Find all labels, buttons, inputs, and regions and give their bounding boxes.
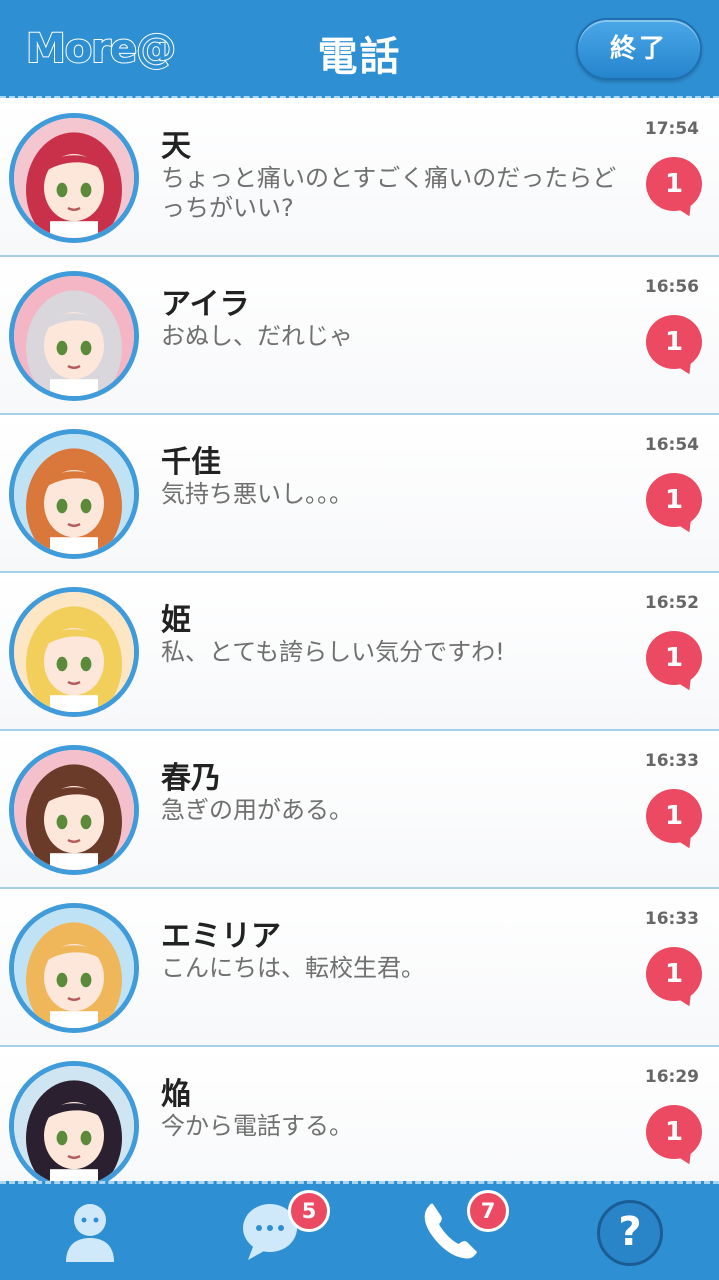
brown-hair-girl-avatar[interactable] [9, 745, 139, 875]
avatar-illustration [14, 434, 134, 554]
phone-unread-badge: 7 [467, 1190, 509, 1232]
call-time: 16:56 [644, 277, 699, 297]
call-list: 天 ちょっと痛いのとすごく痛いのだったらどっちがいい? 17:54 1 アイラ … [0, 99, 719, 1205]
call-row[interactable]: 春乃 急ぎの用がある。 16:33 1 [0, 731, 719, 889]
silver-hair-girl-avatar[interactable] [9, 271, 139, 401]
tab-help[interactable]: ? [540, 1184, 719, 1280]
unread-count: 1 [646, 1105, 702, 1159]
caller-message: 今から電話する。 [161, 1112, 353, 1140]
avatar-illustration [14, 908, 134, 1028]
call-row[interactable]: 姫 私、とても誇らしい気分ですわ! 16:52 1 [0, 573, 719, 731]
avatar-illustration [14, 750, 134, 870]
app-header: More@ 電話 終了 [0, 0, 719, 98]
caller-name: アイラ [161, 287, 250, 322]
caller-name: 焔 [161, 1077, 191, 1112]
unread-badge: 1 [646, 631, 702, 695]
call-row[interactable]: エミリア こんにちは、転校生君。 16:33 1 [0, 889, 719, 1047]
bottom-tab-bar: 5 7 ? [0, 1181, 719, 1280]
blonde-girl-avatar[interactable] [9, 903, 139, 1033]
chat-unread-badge: 5 [288, 1190, 330, 1232]
call-time: 16:52 [644, 593, 699, 613]
red-hair-girl-avatar[interactable] [9, 113, 139, 243]
orange-hair-girl-avatar[interactable] [9, 429, 139, 559]
caller-name: 千佳 [161, 445, 221, 480]
unread-badge: 1 [646, 789, 702, 853]
unread-badge: 1 [646, 315, 702, 379]
hooded-girl-avatar[interactable] [9, 1061, 139, 1191]
blonde-girl-rose-avatar[interactable] [9, 587, 139, 717]
unread-count: 1 [646, 947, 702, 1001]
caller-message: こんにちは、転校生君。 [161, 954, 425, 982]
unread-badge: 1 [646, 1105, 702, 1169]
call-row[interactable]: アイラ おぬし、だれじゃ 16:56 1 [0, 257, 719, 415]
unread-count: 1 [646, 315, 702, 369]
avatar-illustration [14, 276, 134, 396]
help-icon: ? [597, 1200, 663, 1266]
caller-message: 急ぎの用がある。 [161, 796, 353, 824]
unread-badge: 1 [646, 157, 702, 221]
avatar-illustration [14, 1066, 134, 1186]
unread-count: 1 [646, 473, 702, 527]
unread-badge: 1 [646, 473, 702, 537]
call-time: 16:54 [644, 435, 699, 455]
caller-message: 気持ち悪いし。。。 [161, 480, 353, 508]
unread-count: 1 [646, 789, 702, 843]
caller-name: 天 [161, 129, 191, 164]
unread-badge: 1 [646, 947, 702, 1011]
call-time: 16:29 [644, 1067, 699, 1087]
call-row[interactable]: 千佳 気持ち悪いし。。。 16:54 1 [0, 415, 719, 573]
avatar-illustration [14, 592, 134, 712]
call-time: 17:54 [644, 119, 699, 139]
caller-name: エミリア [161, 919, 281, 954]
call-row[interactable]: 天 ちょっと痛いのとすごく痛いのだったらどっちがいい? 17:54 1 [0, 99, 719, 257]
call-time: 16:33 [644, 909, 699, 929]
end-button[interactable]: 終了 [576, 18, 702, 80]
tab-profile[interactable] [0, 1184, 180, 1280]
person-icon [66, 1204, 114, 1262]
tab-chat[interactable]: 5 [180, 1184, 360, 1280]
caller-message: 私、とても誇らしい気分ですわ! [161, 638, 505, 666]
unread-count: 1 [646, 157, 702, 211]
unread-count: 1 [646, 631, 702, 685]
caller-message: ちょっと痛いのとすごく痛いのだったらどっちがいい? [161, 164, 617, 222]
avatar-illustration [14, 118, 134, 238]
caller-name: 春乃 [161, 761, 221, 796]
caller-name: 姫 [161, 603, 191, 638]
call-time: 16:33 [644, 751, 699, 771]
caller-message: おぬし、だれじゃ [161, 322, 353, 350]
tab-phone[interactable]: 7 [360, 1184, 540, 1280]
